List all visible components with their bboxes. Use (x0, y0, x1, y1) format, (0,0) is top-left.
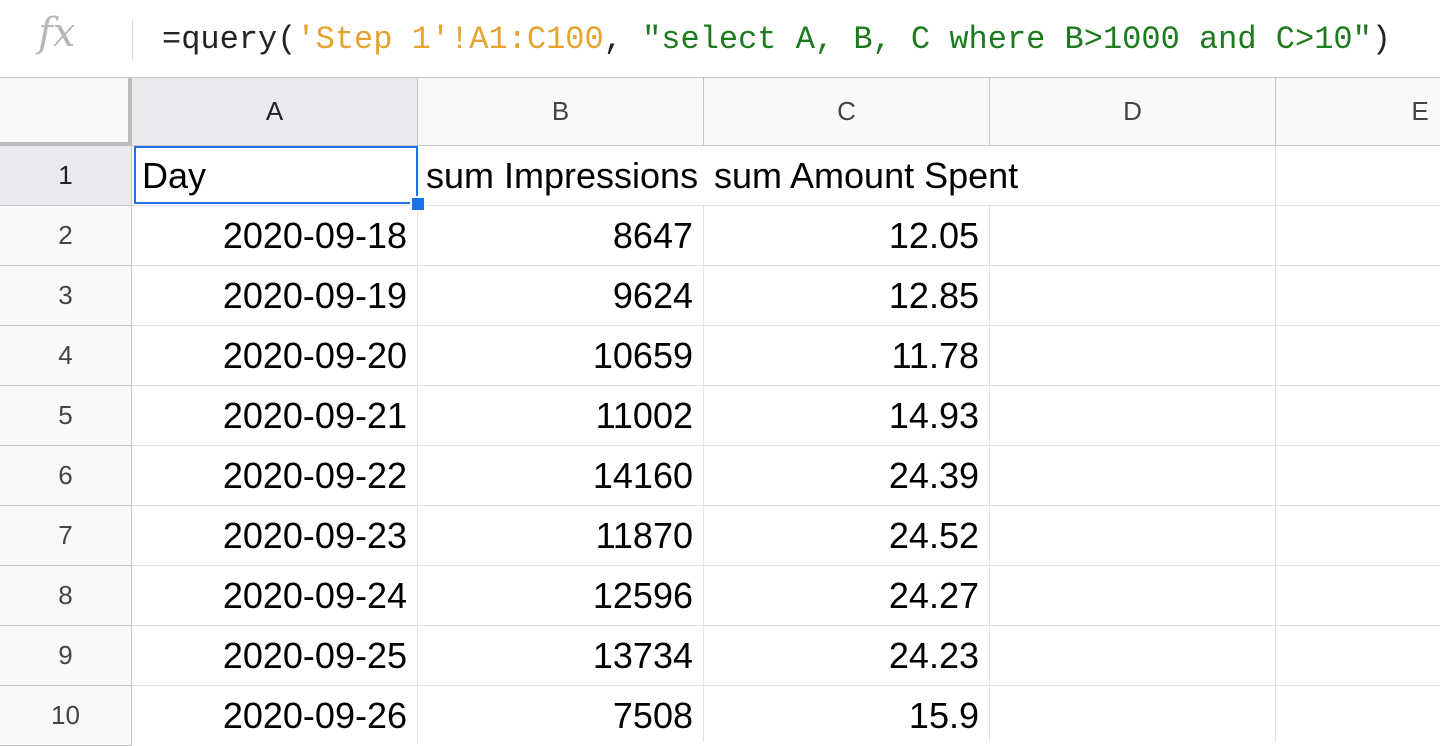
formula-input[interactable]: =query('Step 1'!A1:C100, "select A, B, C… (162, 18, 1391, 62)
cell-d2[interactable] (990, 206, 1276, 266)
row-header-9[interactable]: 9 (0, 626, 132, 686)
cell-d4[interactable] (990, 326, 1276, 386)
cell-d9[interactable] (990, 626, 1276, 686)
cell-b9[interactable]: 13734 (418, 626, 704, 686)
column-header-e[interactable]: E (1276, 78, 1440, 146)
cell-e7[interactable] (1276, 506, 1440, 566)
cell-a6[interactable]: 2020-09-22 (132, 446, 418, 506)
cell-e1[interactable] (1276, 146, 1440, 206)
cell-b5[interactable]: 11002 (418, 386, 704, 446)
cell-a8[interactable]: 2020-09-24 (132, 566, 418, 626)
row-header-5[interactable]: 5 (0, 386, 132, 446)
cell-d5[interactable] (990, 386, 1276, 446)
cell-c9[interactable]: 24.23 (704, 626, 990, 686)
cell-d3[interactable] (990, 266, 1276, 326)
cell-grid: Day sum Impressions sum Amount Spent 202… (132, 146, 1440, 742)
active-cell-selection (134, 146, 418, 204)
cell-e4[interactable] (1276, 326, 1440, 386)
cell-c1[interactable]: sum Amount Spent (704, 146, 1018, 206)
fill-handle-icon[interactable] (410, 196, 426, 212)
cell-b6[interactable]: 14160 (418, 446, 704, 506)
cell-d6[interactable] (990, 446, 1276, 506)
cell-b4[interactable]: 10659 (418, 326, 704, 386)
cell-c3[interactable]: 12.85 (704, 266, 990, 326)
column-header-b[interactable]: B (418, 78, 704, 146)
cell-b1[interactable]: sum Impressions (418, 146, 704, 206)
cell-c8[interactable]: 24.27 (704, 566, 990, 626)
row-header-3[interactable]: 3 (0, 266, 132, 326)
cell-b10[interactable]: 7508 (418, 686, 704, 742)
column-header-c[interactable]: C (704, 78, 990, 146)
fx-icon: fx (38, 10, 76, 56)
formula-suffix: ) (1371, 21, 1391, 58)
row-header-2[interactable]: 2 (0, 206, 132, 266)
cell-c4[interactable]: 11.78 (704, 326, 990, 386)
cell-c7[interactable]: 24.52 (704, 506, 990, 566)
formula-query-string: "select A, B, C where B>1000 and C>10" (642, 21, 1372, 58)
formula-separator: , (603, 21, 643, 58)
cell-e9[interactable] (1276, 626, 1440, 686)
row-header-7[interactable]: 7 (0, 506, 132, 566)
cell-e6[interactable] (1276, 446, 1440, 506)
formula-bar-divider (132, 20, 133, 60)
row-header-8[interactable]: 8 (0, 566, 132, 626)
cell-b7[interactable]: 11870 (418, 506, 704, 566)
column-header-d[interactable]: D (990, 78, 1276, 146)
formula-bar[interactable]: fx =query('Step 1'!A1:C100, "select A, B… (0, 0, 1440, 78)
cell-c5[interactable]: 14.93 (704, 386, 990, 446)
cell-c2[interactable]: 12.05 (704, 206, 990, 266)
cell-b8[interactable]: 12596 (418, 566, 704, 626)
cell-d10[interactable] (990, 686, 1276, 742)
cell-a2[interactable]: 2020-09-18 (132, 206, 418, 266)
cell-b2[interactable]: 8647 (418, 206, 704, 266)
cell-e5[interactable] (1276, 386, 1440, 446)
cell-e10[interactable] (1276, 686, 1440, 742)
cell-d8[interactable] (990, 566, 1276, 626)
formula-prefix: =query( (162, 21, 297, 58)
cell-c10[interactable]: 15.9 (704, 686, 990, 742)
cell-a7[interactable]: 2020-09-23 (132, 506, 418, 566)
column-header-a[interactable]: A (132, 78, 418, 146)
row-header-10[interactable]: 10 (0, 686, 132, 746)
cell-c6[interactable]: 24.39 (704, 446, 990, 506)
cell-a4[interactable]: 2020-09-20 (132, 326, 418, 386)
cell-e3[interactable] (1276, 266, 1440, 326)
cell-b3[interactable]: 9624 (418, 266, 704, 326)
formula-range-reference: 'Step 1'!A1:C100 (296, 21, 604, 58)
cell-a9[interactable]: 2020-09-25 (132, 626, 418, 686)
row-header-1[interactable]: 1 (0, 146, 132, 206)
cell-e2[interactable] (1276, 206, 1440, 266)
select-all-corner[interactable] (0, 78, 132, 146)
cell-a10[interactable]: 2020-09-26 (132, 686, 418, 742)
row-header-4[interactable]: 4 (0, 326, 132, 386)
cell-e8[interactable] (1276, 566, 1440, 626)
cell-d7[interactable] (990, 506, 1276, 566)
row-header-6[interactable]: 6 (0, 446, 132, 506)
cell-a5[interactable]: 2020-09-21 (132, 386, 418, 446)
cell-d1[interactable] (990, 146, 1276, 206)
cell-a3[interactable]: 2020-09-19 (132, 266, 418, 326)
